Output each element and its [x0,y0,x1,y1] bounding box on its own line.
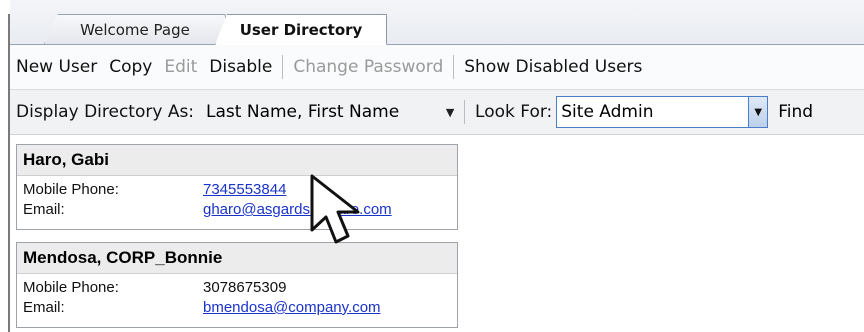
tab-welcome-page[interactable]: Welcome Page [44,14,226,44]
tab-strip: Welcome Page User Directory [10,0,864,45]
find-button[interactable]: Find [768,102,823,122]
look-for-label: Look For: [475,102,553,122]
new-user-button[interactable]: New User [10,52,103,82]
chevron-down-icon[interactable]: ▼ [440,106,460,119]
email-link[interactable]: gharo@asgardsoftware.com [203,200,392,220]
toolbar-separator [282,55,284,79]
mobile-phone-link[interactable]: 7345553844 [203,180,286,200]
user-card[interactable]: Haro, Gabi Mobile Phone: 7345553844 Emai… [16,144,458,230]
copy-button[interactable]: Copy [103,52,158,82]
filter-bar: Display Directory As: Last Name, First N… [10,90,864,135]
email-label: Email: [23,201,65,218]
user-card[interactable]: Mendosa, CORP_Bonnie Mobile Phone: 30786… [16,242,458,328]
filter-separator [464,100,466,124]
display-directory-value: Last Name, First Name [206,102,400,122]
display-directory-label: Display Directory As: [16,102,195,122]
toolbar-separator [453,55,455,79]
look-for-combo[interactable]: Site Admin ▼ [556,96,769,128]
email-link[interactable]: bmendosa@company.com [203,298,381,318]
look-for-dropdown-button[interactable]: ▼ [748,97,768,127]
show-disabled-users-button[interactable]: Show Disabled Users [458,52,648,82]
mobile-phone-label: Mobile Phone: [23,181,119,198]
disable-button[interactable]: Disable [203,52,278,82]
app-window: Welcome Page User Directory New User Cop… [0,0,864,332]
chevron-down-icon: ▼ [754,106,763,118]
look-for-value[interactable]: Site Admin [561,102,748,122]
user-name: Haro, Gabi [17,145,457,176]
edit-button[interactable]: Edit [158,52,203,82]
tab-user-directory[interactable]: User Directory [215,14,387,45]
mobile-phone-label: Mobile Phone: [23,279,119,296]
email-label: Email: [23,299,65,316]
toolbar: New User Copy Edit Disable Change Passwo… [10,45,864,90]
change-password-button[interactable]: Change Password [287,52,449,82]
display-directory-select[interactable]: Last Name, First Name ▼ [198,96,460,128]
user-name: Mendosa, CORP_Bonnie [17,243,457,274]
mobile-phone-value: 3078675309 [203,279,287,296]
